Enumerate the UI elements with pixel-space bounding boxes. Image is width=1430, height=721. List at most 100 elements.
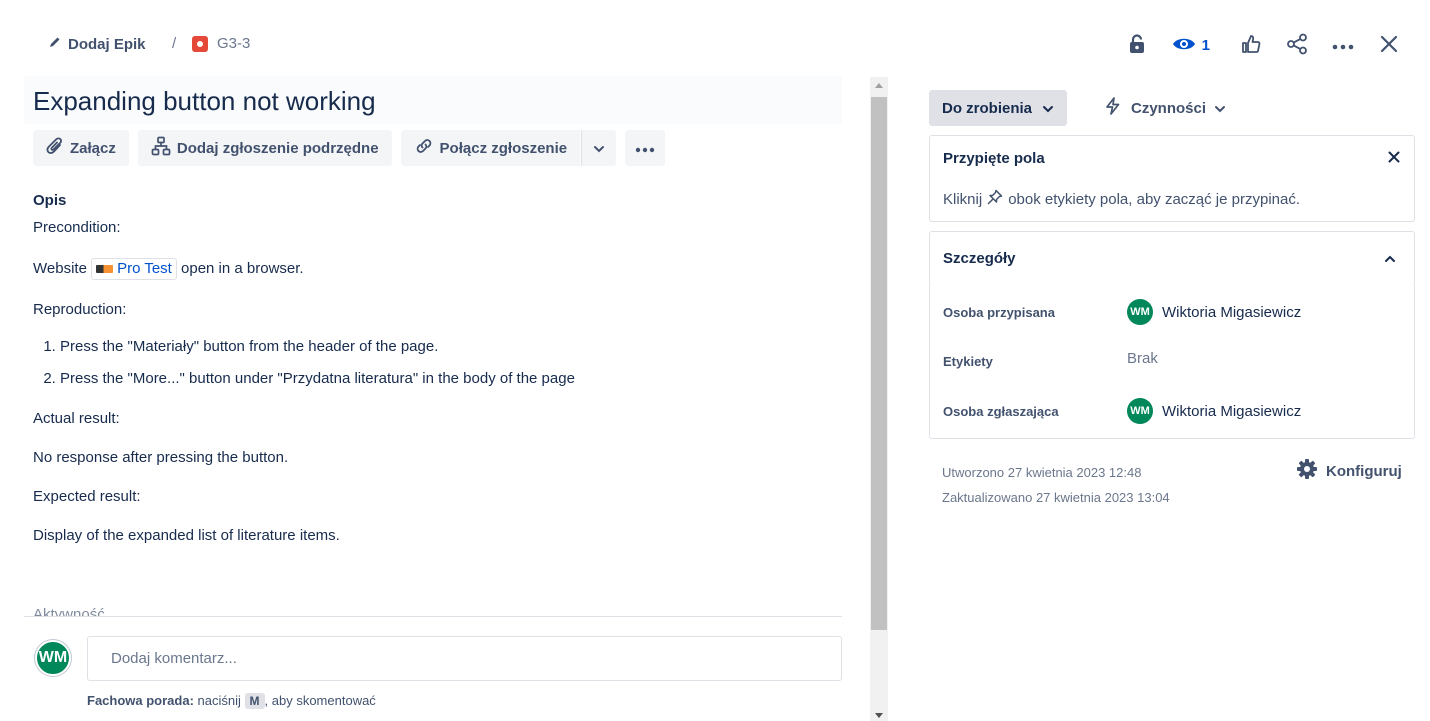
hint-post: obok etykiety pola, aby zacząć je przypi… [1008, 190, 1301, 208]
more-issue-actions-button[interactable] [625, 130, 666, 166]
assignee-value[interactable]: WM Wiktoria Migasiewicz [1127, 299, 1301, 325]
issue-key: G3-3 [217, 35, 251, 52]
labels-value[interactable]: Brak [1127, 350, 1158, 367]
more-icon [1332, 37, 1354, 53]
comment-section: WM Dodaj komentarz... Fachowa porada: na… [24, 617, 842, 721]
lock-icon [1128, 33, 1146, 57]
pro-test-logo-icon [96, 265, 114, 273]
pinned-fields-card: Przypięte pola Kliknij obok etykiety pol… [929, 135, 1415, 222]
watch-button[interactable]: 1 [1172, 30, 1210, 60]
hierarchy-icon [151, 136, 171, 160]
updated-date: Zaktualizowano 27 kwietnia 2023 13:04 [942, 490, 1170, 505]
website-prefix: Website [33, 259, 87, 277]
add-child-issue-button[interactable]: Dodaj zgłoszenie podrzędne [137, 130, 392, 166]
scroll-up-arrow-icon[interactable] [875, 83, 883, 88]
lock-button[interactable] [1122, 30, 1152, 60]
attach-button[interactable]: Załącz [33, 130, 129, 166]
main-scrollbar[interactable] [870, 77, 888, 721]
chevron-down-icon [1042, 100, 1054, 117]
assignee-name: Wiktoria Migasiewicz [1162, 303, 1302, 321]
actual-result-label: Actual result: [33, 410, 120, 427]
details-body: Osoba przypisana WM Wiktoria Migasiewicz… [929, 284, 1415, 439]
link-issue-dropdown[interactable] [581, 130, 617, 166]
expected-result-text: Display of the expanded list of literatu… [33, 527, 340, 544]
like-button[interactable] [1236, 30, 1266, 60]
website-suffix: open in a browser. [181, 259, 304, 277]
labels-label: Etykiety [943, 353, 993, 369]
issue-timestamps: Utworzono 27 kwietnia 2023 12:48 Zaktual… [942, 460, 1170, 510]
comment-tip: Fachowa porada: naciśnij M, aby skomento… [87, 693, 376, 709]
issue-toolbar: 1 [1122, 30, 1404, 60]
scrollbar-thumb[interactable] [871, 97, 887, 630]
pencil-icon [48, 35, 62, 53]
eye-icon [1172, 35, 1196, 56]
shortcut-key: M [244, 693, 265, 709]
reproduction-steps: Press the "Materiały" button from the he… [33, 338, 833, 388]
add-child-label: Dodaj zgłoszenie podrzędne [176, 139, 379, 157]
pro-test-link-label: Pro Test [117, 260, 172, 277]
issue-title-field[interactable]: Expanding button not working [24, 76, 842, 124]
breadcrumb-separator: / [172, 35, 177, 52]
like-icon [1241, 34, 1261, 57]
chevron-down-icon [1214, 100, 1226, 117]
actions-label: Czynności [1131, 99, 1207, 117]
lightning-icon [1103, 96, 1123, 120]
step-item: Press the "More..." button under "Przyda… [60, 370, 833, 388]
bug-icon [192, 35, 208, 52]
status-dropdown[interactable]: Do zrobienia [929, 90, 1068, 126]
configure-button[interactable]: Konfiguruj [1296, 458, 1402, 484]
issue-action-bar: Załącz Dodaj zgłoszenie podrzędne Połącz… [33, 130, 666, 166]
issue-header-bar: Dodaj Epik / G3-3 1 [0, 28, 1430, 62]
close-issue-button[interactable] [1374, 30, 1404, 60]
tip-bold: Fachowa porada: [87, 693, 194, 708]
close-pinned-button[interactable] [1388, 150, 1400, 166]
more-actions-button[interactable] [1328, 30, 1358, 60]
issue-description[interactable]: Opis Precondition: Website Pro Test open… [33, 192, 833, 566]
more-icon [635, 140, 655, 157]
add-epic-link[interactable]: Dodaj Epik [48, 35, 146, 53]
details-collapse-button[interactable] [1384, 250, 1396, 266]
configure-label: Konfiguruj [1326, 462, 1402, 480]
close-icon [1388, 150, 1400, 166]
expected-result-label: Expected result: [33, 488, 141, 505]
share-icon [1286, 33, 1308, 58]
issue-key-link[interactable]: G3-3 [192, 35, 250, 52]
assignee-row[interactable]: Osoba przypisana WM Wiktoria Migasiewicz [943, 297, 1403, 327]
gear-icon [1296, 458, 1318, 484]
avatar: WM [35, 640, 71, 676]
add-epic-label: Dodaj Epik [68, 35, 146, 53]
pinned-fields-title: Przypięte pola [943, 150, 1045, 167]
link-icon [414, 136, 434, 160]
details-header[interactable]: Szczegóły [929, 231, 1415, 285]
labels-row[interactable]: Etykiety Brak [943, 346, 1403, 376]
scroll-down-arrow-icon[interactable] [875, 713, 883, 718]
actions-dropdown[interactable]: Czynności [1103, 90, 1226, 126]
reporter-label: Osoba zgłaszająca [943, 403, 1059, 419]
chevron-up-icon [1384, 250, 1396, 266]
website-paragraph: Website Pro Test open in a browser. [33, 258, 833, 280]
status-label: Do zrobienia [942, 99, 1033, 117]
link-issue-label: Połącz zgłoszenie [439, 139, 568, 157]
share-button[interactable] [1282, 30, 1312, 60]
avatar: WM [1127, 398, 1153, 424]
reporter-row[interactable]: Osoba zgłaszająca WM Wiktoria Migasiewic… [943, 396, 1403, 426]
tip-post: , aby skomentować [264, 693, 376, 708]
close-icon [1380, 35, 1398, 56]
reporter-value[interactable]: WM Wiktoria Migasiewicz [1127, 398, 1301, 424]
details-title: Szczegóły [943, 250, 1016, 267]
link-issue-button[interactable]: Połącz zgłoszenie [400, 130, 581, 166]
tip-pre: naciśnij [197, 693, 241, 708]
description-heading: Opis [33, 192, 67, 209]
issue-title: Expanding button not working [33, 86, 376, 116]
paperclip-icon [46, 136, 64, 160]
attach-label: Załącz [70, 139, 116, 157]
reporter-name: Wiktoria Migasiewicz [1162, 402, 1302, 420]
comment-input[interactable]: Dodaj komentarz... [87, 636, 842, 681]
pro-test-smart-link[interactable]: Pro Test [91, 258, 177, 280]
precondition-label: Precondition: [33, 219, 121, 236]
hint-pre: Kliknij [943, 190, 983, 208]
issue-main-panel: Expanding button not working Załącz Doda… [24, 76, 842, 721]
reproduction-label: Reproduction: [33, 301, 127, 318]
avatar: WM [1127, 299, 1153, 325]
actual-result-text: No response after pressing the button. [33, 449, 289, 466]
